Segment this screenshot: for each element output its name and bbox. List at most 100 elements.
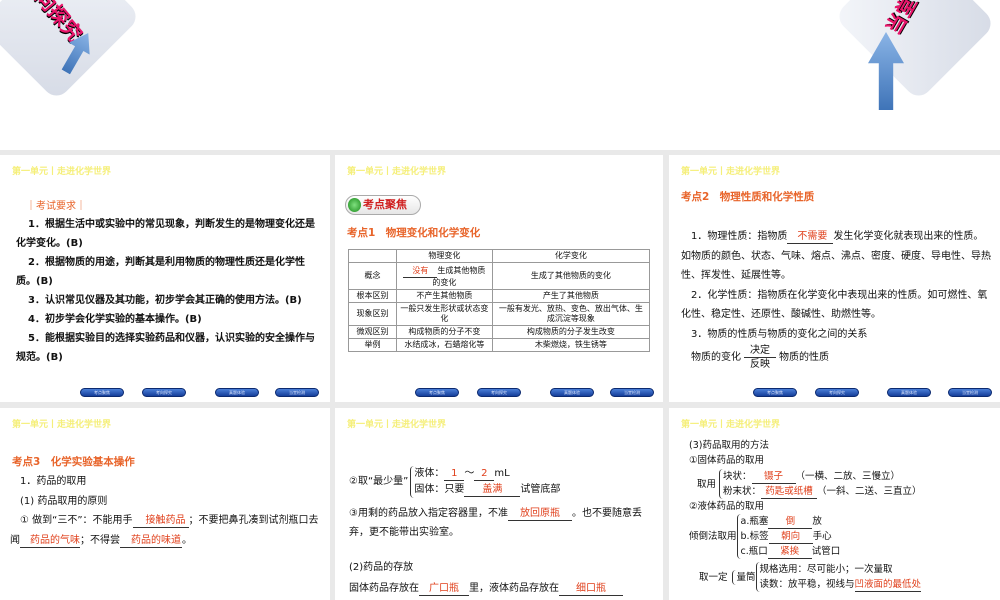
row-label: 现象区别 [348,302,397,326]
nav-button-explore[interactable]: 考向探究 [815,388,859,397]
text: 块状： [723,471,752,482]
nav-button-focus[interactable]: 考点聚焦 [80,388,124,397]
slide-exam-requirements: 第一单元丨走进化学世界 ｜考试要求｜ 1．根据生活中或实验中的常见现象，判断发生… [0,155,330,402]
text: 里，液体药品存放在 [469,583,559,594]
text: 固体药品存放在 [349,583,419,594]
table-row: 现象区别 一般只发生形状或状态变化 一般有发光、放热、变色、放出气体、生成沉淀等现象 [348,302,651,326]
paragraph: 1．物理性质：指物质 不需要 发生化学变化就表现出来的性质。如物质的颜色、状态、气味… [681,227,993,286]
text: (1) 药品取用的原则 [20,495,108,507]
nav-button-focus[interactable]: 考点聚焦 [753,388,797,397]
slide-minimum-amount: 第一单元丨走进化学世界 ②取“最少量” 液体： 1 ～ 2 mL 固体：只要 盖满 试管底部… [335,408,663,600]
brace: a.瓶塞倒放 b.标签 朝向 手心 c.瓶口 紧挨 试管口 [736,514,840,559]
brace: 液体： 1 ～ 2 mL 固体：只要 盖满 试管底部 [410,466,560,498]
row-label: 微观区别 [348,325,397,339]
blank-answer: 细口瓶 [559,582,623,596]
text: mL [494,468,510,479]
table-header: 物理变化 [396,249,493,263]
requirement-item: 5．能根据实验目的选择实验药品和仪器，认识实验的安全操作与规范。(B) [16,333,315,363]
blank-answer: 药匙或纸槽 [761,485,818,499]
table-header [348,249,397,263]
section-title: 考点3 化学实验基本操作 [12,456,135,468]
cell: 木柴燃烧，铁生锈等 [491,338,651,352]
section-title: ｜考试要求｜ [26,201,86,212]
property-text: 1．物理性质：指物质 不需要 发生化学变化就表现出来的性质。如物质的颜色、状态、气味… [681,227,993,371]
nav-button-real-exam[interactable]: 真题体验 [550,388,594,397]
operations-text: 1．药品的取用 (1) 药品取用的原则 ① 做到“三不”：不能用手 接触药品 ；不要… [10,472,320,550]
requirement-item: 2．根据物质的用途，判断其是利用物质的物理性质还是化学性质。(B) [16,257,305,287]
paragraph: 2．化学性质：指物质在化学变化中表现出来的性质。如可燃性、氧化性、稳定性、还原性… [681,289,988,321]
blank-answer: 不需要 [787,230,834,244]
text: b.标签 [740,531,769,542]
requirement-list: 1．根据生活中或实验中的常见现象，判断发生的是物理变化还是化学变化。(B) 2．… [16,215,321,367]
nav-button-check[interactable]: 当堂检测 [610,388,654,397]
text: ；不得尝 [80,534,120,546]
blank-answer: 没有 [403,264,438,278]
cell: 不产生其他物质 [396,289,493,303]
cell: 构成物质的分子不变 [396,325,493,339]
text: ②取“最少量” [349,476,409,487]
leftover-text: ③用剩的药品放入指定容器里，不准 放回原瓶 。也不要随意丢弃，更不能带出实验室。 [349,504,654,542]
nav-button-real-exam[interactable]: 真题体验 [887,388,931,397]
relation-arrows: 决定 反映 [744,344,776,371]
text: ① 做到“三不”：不能用手 [20,515,133,526]
blank-answer: 药品的味道 [120,534,182,548]
text: (2)药品的存放 [349,562,414,573]
nav-button-explore[interactable]: 考向探究 [142,388,186,397]
text: 。 [182,534,192,546]
focus-badge: 考点聚焦 [345,195,421,215]
cell: 构成物质的分子发生改变 [491,325,651,339]
blank-answer: 放回原瓶 [507,507,572,521]
slide-physical-chemical-property: 第一单元丨走进化学世界 考点2 物理性质和化学性质 1．物理性质：指物质 不需要发… [669,155,1000,402]
brace: 规格选用：尽可能小；一次量取 读数：放平稳，视线与凹液面的最低处 [755,562,922,592]
slide-header: 第一单元丨走进化学世界 [12,420,112,430]
cell: 一般只发生形状或状态变化 [396,302,493,326]
blank-answer: 药品的气味 [20,534,80,548]
text: ①固体药品的取用 [689,455,765,466]
text: 读数：放平稳，视线与 [759,579,855,590]
slide-header: 第一单元丨走进化学世界 [681,420,781,430]
text: 规格选用：尽可能小；一次量取 [759,564,893,575]
cell: 生成其他物质的变化 [432,266,486,287]
cell: 水结成冰，石蜡熔化等 [396,338,493,352]
text: 取一定 [699,571,728,583]
text: a.瓶塞 [740,516,769,527]
solid-block: 取用 块状： 镊子 （一横、二放、三慢立） 粉末状： 药匙或纸槽 （一斜、二送、三直立） [689,469,922,499]
nav-button-check[interactable]: 当堂检测 [948,388,992,397]
section-title: 考点1 物理变化和化学变化 [347,227,481,239]
requirement-item: 3．认识常见仪器及其功能，初步学会其正确的使用方法。(B) [28,295,302,306]
arrow-label: 决定 [744,344,776,358]
cell: 产生了其他物质 [491,289,651,303]
cell: 生成了其他物质的变化 [491,262,651,290]
blank-answer: 朝向 [768,530,813,544]
text: 量筒 [736,571,756,583]
text: 物质的性质 [779,351,829,363]
slide-header: 第一单元丨走进化学世界 [347,420,447,430]
text: 取用 [697,478,717,490]
table-row: 根本区别 不产生其他物质 产生了其他物质 [348,289,651,303]
slide-basic-operations: 第一单元丨走进化学世界 考点3 化学实验基本操作 1．药品的取用 (1) 药品取… [0,408,330,600]
slide-header: 第一单元丨走进化学世界 [681,167,781,177]
blank-answer: 凹液面的最低处 [854,579,922,592]
arrow-label: 反映 [750,359,770,370]
table-header: 化学变化 [491,249,651,263]
brace: 量筒 [731,569,756,585]
nav-button-focus[interactable]: 考点聚焦 [415,388,459,397]
text: ～ [464,468,475,479]
text: 液体： [414,468,445,479]
blank-answer: 盖满 [464,483,521,497]
nav-button-real-exam[interactable]: 真题体验 [215,388,259,397]
cell: 一般有发光、放热、变色、放出气体、生成沉淀等现象 [491,302,651,326]
table-row: 概念 没有 生成其他物质的变化 生成了其他物质的变化 [348,262,651,290]
text: 1．物理性质：指物质 [691,231,788,242]
nav-button-check[interactable]: 当堂检测 [275,388,319,397]
green-dot-icon [348,198,361,212]
blank-answer: 镊子 [751,470,796,484]
text: （一横、二放、三慢立） [795,471,901,482]
nav-button-explore[interactable]: 考向探究 [477,388,521,397]
paragraph: 3．物质的性质与物质的变化之间的关系 [691,328,868,340]
text: 放 [812,516,822,527]
text: (3)药品取用的方法 [689,440,769,451]
blank-answer: 广口瓶 [419,582,469,596]
text: 1．药品的取用 [20,476,87,487]
comparison-table: 物理变化 化学变化 概念 没有 生成其他物质的变化 生成了其他物质的变化 根本区别 不产生… [348,249,651,352]
